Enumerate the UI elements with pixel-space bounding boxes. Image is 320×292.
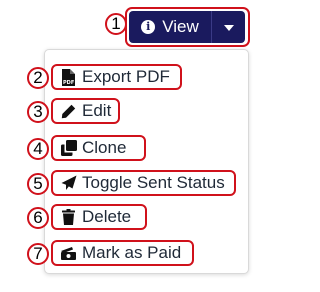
annotation-badge: 1 bbox=[105, 13, 127, 35]
screenshot-stage: 1 i View 2 PDF Export PDF 3 Edit 4 Clone… bbox=[0, 0, 260, 292]
svg-text:PDF: PDF bbox=[63, 80, 74, 86]
trash-icon bbox=[60, 209, 77, 226]
pencil-icon bbox=[60, 103, 77, 120]
paper-plane-icon bbox=[60, 175, 77, 192]
menu-item-delete[interactable]: Delete bbox=[51, 204, 147, 230]
annotation-badge: 3 bbox=[27, 101, 49, 123]
annotation-badge: 6 bbox=[27, 207, 49, 229]
menu-item-label: Mark as Paid bbox=[82, 243, 182, 262]
caret-down-icon bbox=[223, 18, 234, 36]
menu-item-toggle-sent-status[interactable]: Toggle Sent Status bbox=[51, 170, 236, 196]
annotation-badge: 7 bbox=[27, 243, 49, 265]
annotation-badge: 2 bbox=[27, 67, 49, 89]
dropdown-toggle-button[interactable] bbox=[211, 11, 245, 43]
menu-item-label: Delete bbox=[82, 207, 132, 226]
file-pdf-icon: PDF bbox=[60, 68, 77, 86]
view-split-button: i View bbox=[129, 11, 246, 43]
menu-item-export-pdf[interactable]: PDF Export PDF bbox=[51, 64, 182, 90]
menu-item-label: Export PDF bbox=[82, 67, 170, 86]
menu-item-label: Edit bbox=[82, 101, 112, 120]
view-button-label: View bbox=[162, 17, 199, 36]
view-button[interactable]: i View bbox=[129, 11, 211, 43]
menu-item-label: Clone bbox=[82, 138, 127, 157]
menu-item-mark-as-paid[interactable]: Mark as Paid bbox=[51, 240, 194, 266]
money-check-icon bbox=[60, 245, 77, 262]
menu-item-clone[interactable]: Clone bbox=[51, 135, 146, 161]
menu-item-edit[interactable]: Edit bbox=[51, 98, 120, 124]
annotation-badge: 4 bbox=[27, 138, 49, 160]
annotation-badge: 5 bbox=[27, 173, 49, 195]
menu-item-label: Toggle Sent Status bbox=[82, 173, 225, 192]
info-circle-icon: i bbox=[141, 20, 156, 34]
clone-icon bbox=[60, 140, 77, 157]
